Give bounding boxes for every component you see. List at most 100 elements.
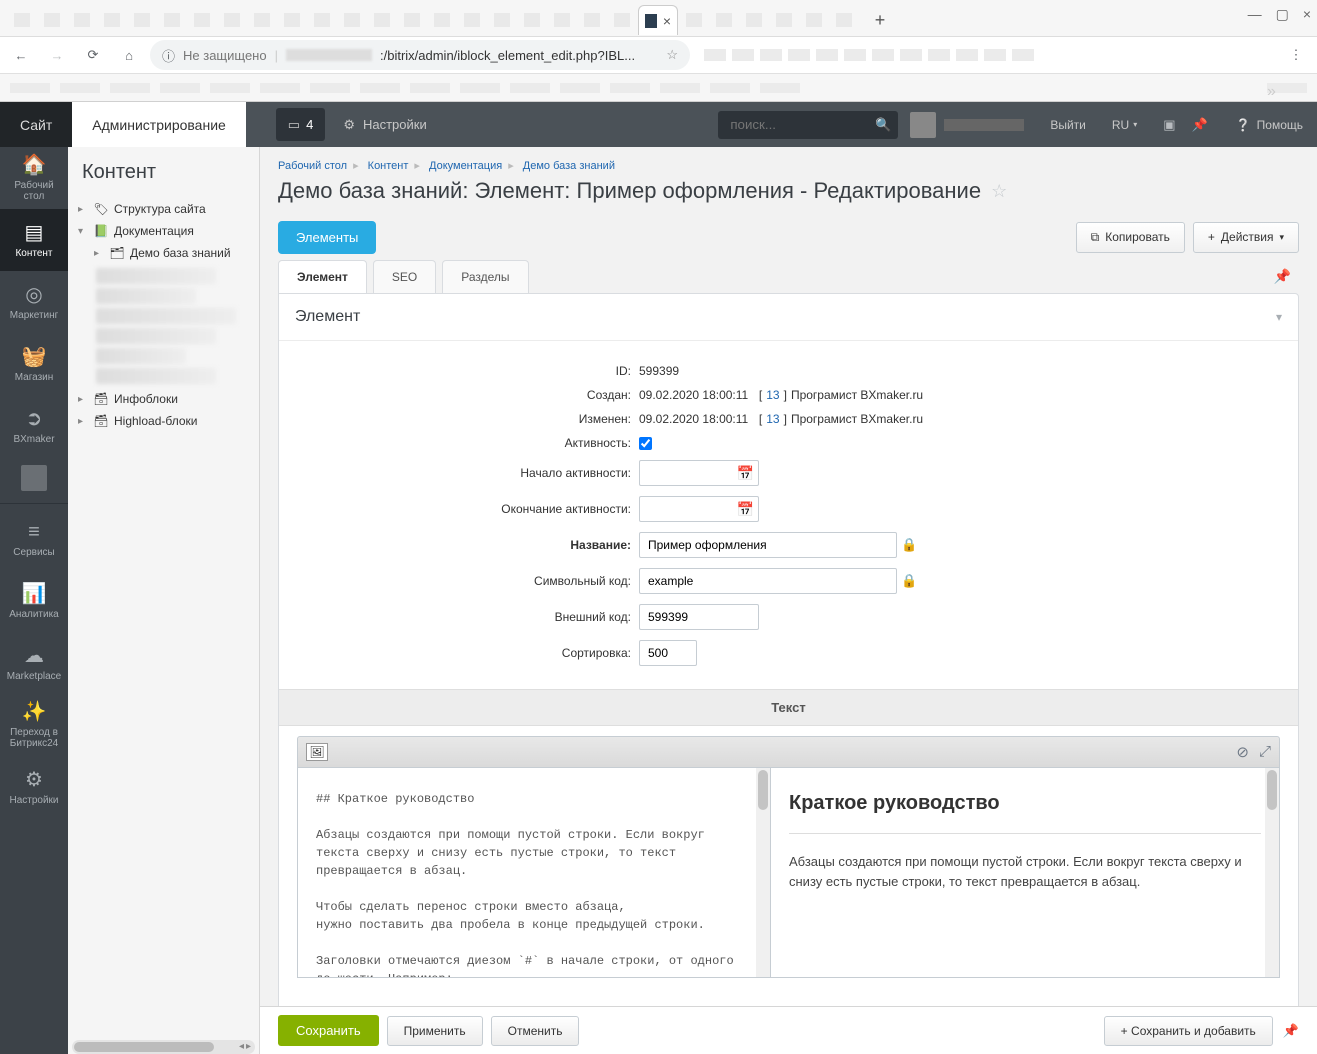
copy-button[interactable]: ⧉Копировать [1076,222,1185,253]
modified-user-link[interactable]: 13 [766,412,779,426]
rail-services[interactable]: ≡Сервисы [0,508,68,570]
nav-back-icon[interactable]: ← [6,40,36,70]
expand-icon[interactable]: ▸ [78,416,88,427]
active-from-input[interactable]: 📅 [639,460,759,486]
tab-sections[interactable]: Разделы [442,260,528,293]
expand-icon[interactable]: ▸ [78,394,88,405]
tab-seo[interactable]: SEO [373,260,436,293]
code-input[interactable] [639,568,897,594]
rail-content[interactable]: ▤Контент [0,209,68,271]
rail-marketplace[interactable]: ☁Marketplace [0,632,68,694]
breadcrumb-desktop[interactable]: Рабочий стол [278,160,347,172]
rail-bxmaker[interactable]: ➲BXmaker [0,395,68,457]
rail-avatar[interactable] [21,465,47,491]
stack-icon: 🗃 [94,392,108,406]
star-icon[interactable]: ☆ [666,47,678,63]
nav-forward-icon[interactable]: → [42,40,72,70]
browser-tab-active[interactable]: × [638,5,678,35]
actions-button[interactable]: +Действия▾ [1193,222,1299,253]
editor-help-icon[interactable]: ⊘ [1236,743,1249,761]
collapse-panel-icon[interactable]: ▾ [1276,310,1282,324]
cancel-button[interactable]: Отменить [491,1016,580,1046]
gear-icon: ⚙ [25,769,43,791]
header-help[interactable]: ❔ Помощь [1222,102,1317,147]
search-icon[interactable]: 🔍 [868,111,898,139]
header-notifications[interactable]: ▭ 4 [276,108,326,141]
sitemap-icon: 🏷 [94,202,108,216]
header-search-input[interactable] [718,111,868,139]
rail-desktop[interactable]: 🏠Рабочий стол [0,147,68,209]
expand-icon[interactable]: ▸ [78,204,88,215]
favorite-star-icon[interactable]: ☆ [991,181,1007,202]
lock-icon[interactable]: 🔒 [901,573,917,589]
rail-b24[interactable]: ✨Переход в Битрикс24 [0,694,68,756]
iblock-icon: 🗂 [110,246,124,260]
elements-button[interactable]: Элементы [278,221,376,254]
tabs-pin-icon[interactable]: 📌 [1266,260,1299,293]
editor-raw-scrollbar[interactable] [756,768,770,977]
save-button[interactable]: Сохранить [278,1015,379,1046]
tab-element[interactable]: Элемент [278,260,367,293]
tree-item-infoblocks[interactable]: ▸🗃Инфоблоки [76,388,251,410]
created-user: Програмист BXmaker.ru [791,388,923,402]
tree-panel: Контент ▸🏷Структура сайта ▾📗Документация… [68,147,260,1054]
editor-preview-scrollbar[interactable] [1265,768,1279,977]
calendar-icon[interactable]: 📅 [737,465,754,482]
rail-marketing[interactable]: ◎Маркетинг [0,271,68,333]
help-icon: ❔ [1236,118,1251,132]
breadcrumb-documentation[interactable]: Документация [429,160,502,172]
breadcrumb-content[interactable]: Контент [368,160,409,172]
address-bar[interactable]: ⓘ Не защищено | :/bitrix/admin/iblock_el… [150,40,690,70]
menu-icon[interactable]: ⋮ [1281,40,1311,70]
header-logout[interactable]: Выйти [1036,102,1100,147]
tree-item-demo-kb[interactable]: ▸🗂Демо база знаний [92,242,251,264]
site-info-icon[interactable]: ⓘ [162,46,175,65]
bookmarks-overflow-icon[interactable]: » [1267,83,1307,93]
rail-shop[interactable]: 🧺Магазин [0,333,68,395]
bookmarks-bar: » [0,74,1317,102]
collapse-icon[interactable]: ▾ [78,226,88,237]
nav-home-icon[interactable]: ⌂ [114,40,144,70]
tree-hscrollbar[interactable]: ◂▸ [72,1040,255,1054]
apply-button[interactable]: Применить [387,1016,483,1046]
header-tab-admin[interactable]: Администрирование [72,102,246,147]
header-user[interactable] [898,102,1036,147]
nav-reload-icon[interactable]: ⟳ [78,40,108,70]
active-to-input[interactable]: 📅 [639,496,759,522]
raw-textarea[interactable] [298,768,770,977]
element-panel: Элемент▾ ID:599399 Создан:09.02.2020 18:… [278,293,1299,1054]
window-minimize-icon[interactable]: — [1248,6,1262,23]
monitor-icon[interactable]: ▣ [1163,117,1175,133]
created-value: 09.02.2020 18:00:11 [639,388,748,402]
new-tab-button[interactable]: + [866,6,894,34]
tree-item-documentation[interactable]: ▾📗Документация [76,220,251,242]
sort-input[interactable] [639,640,697,666]
window-maximize-icon[interactable]: ▢ [1276,6,1289,23]
preview-title: Краткое руководство [789,792,1261,815]
editor-split: Краткое руководство Абзацы создаются при… [297,768,1280,978]
tree-item-highload[interactable]: ▸🗃Highload-блоки [76,410,251,432]
tree-item-site-structure[interactable]: ▸🏷Структура сайта [76,198,251,220]
calendar-icon[interactable]: 📅 [737,501,754,518]
created-user-link[interactable]: 13 [766,388,779,402]
lock-icon[interactable]: 🔒 [901,537,917,553]
footer-pin-icon[interactable]: 📌 [1283,1023,1299,1039]
active-checkbox[interactable] [639,437,652,450]
header-lang[interactable]: RU ▾ [1100,102,1149,147]
pin-icon[interactable]: 📌 [1192,117,1208,133]
expand-icon[interactable]: ▸ [94,248,104,259]
header-settings[interactable]: ⚙ Настройки [325,102,444,147]
tree-title: Контент [68,147,259,194]
save-add-button[interactable]: + Сохранить и добавить [1104,1016,1273,1046]
rail-settings[interactable]: ⚙Настройки [0,756,68,818]
header-tab-site[interactable]: Сайт [0,102,72,147]
fullscreen-icon[interactable]: ⤢ [1259,743,1271,761]
breadcrumb-demo-kb[interactable]: Демо база знаний [523,160,615,172]
rail-analytics[interactable]: 📊Аналитика [0,570,68,632]
active-to-label: Окончание активности: [279,502,639,516]
image-icon[interactable]: 🖼 [306,743,328,761]
name-input[interactable] [639,532,897,558]
xml-input[interactable] [639,604,759,630]
tab-close-icon[interactable]: × [663,13,671,29]
window-close-icon[interactable]: × [1303,6,1311,23]
